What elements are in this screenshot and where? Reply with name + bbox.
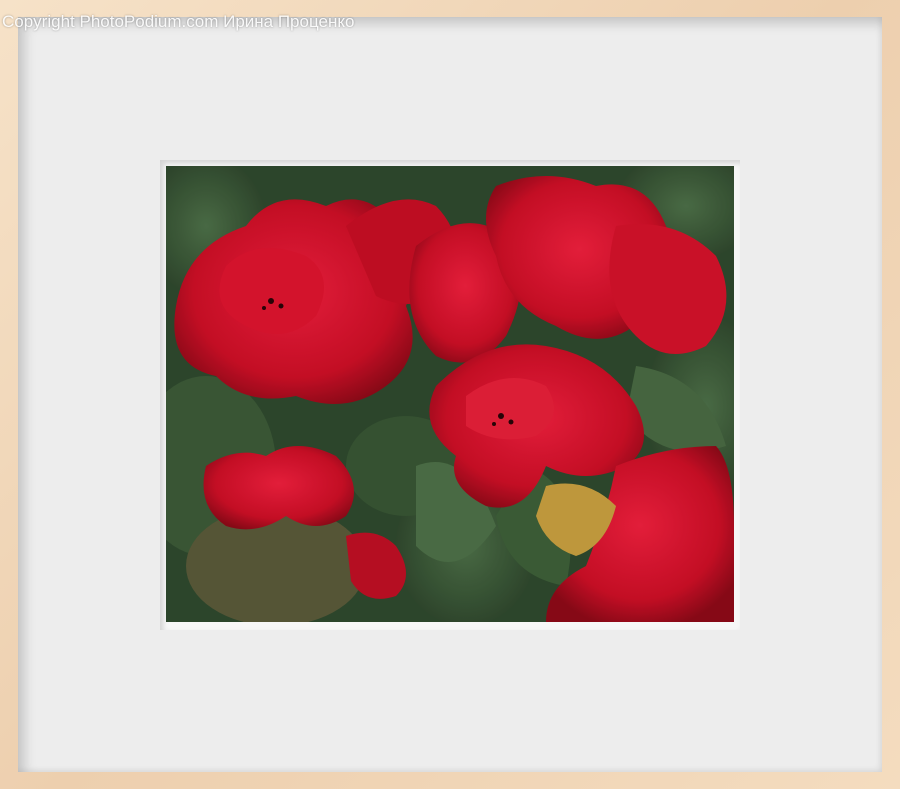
flower-photo (166, 166, 734, 622)
copyright-watermark: Copyright PhotoPodium.com Ирина Проценко (2, 12, 355, 31)
